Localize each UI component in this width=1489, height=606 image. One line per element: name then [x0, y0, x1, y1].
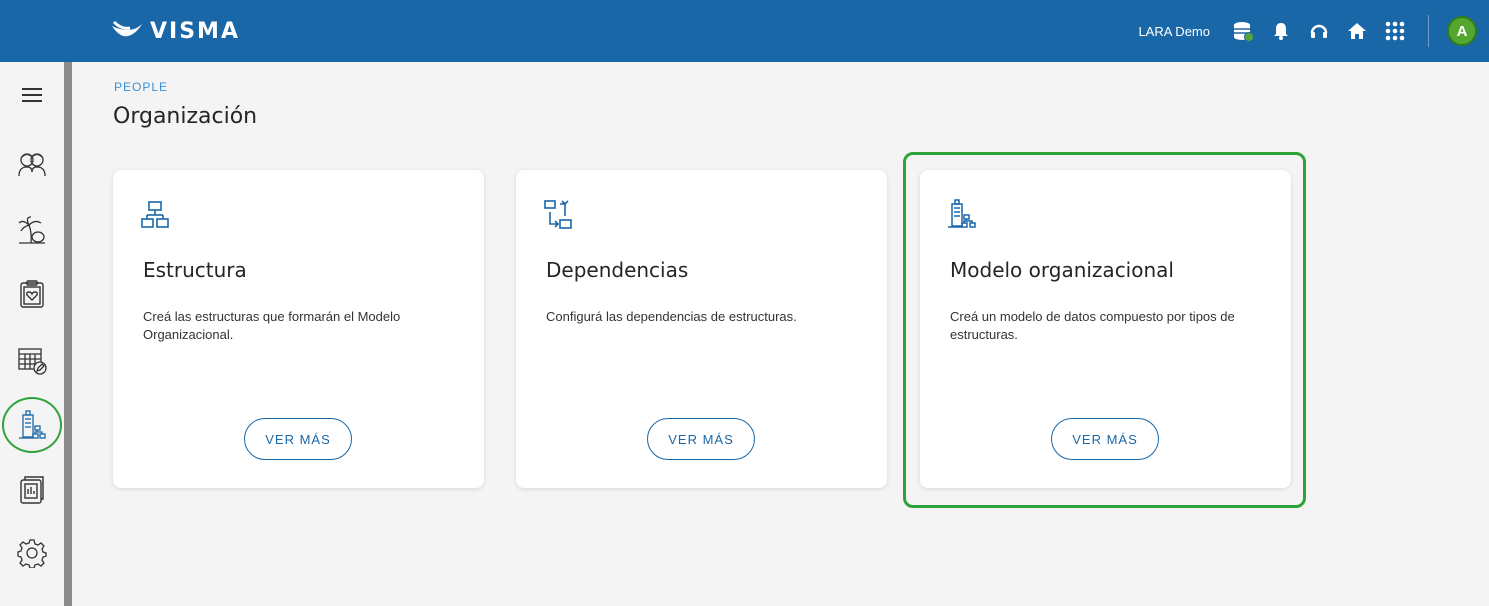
gear-icon[interactable]: [14, 535, 50, 571]
report-icon[interactable]: [14, 472, 50, 508]
database-icon[interactable]: [1232, 20, 1254, 42]
visma-swoosh-icon: [112, 20, 142, 37]
card-description: Creá las estructuras que formarán el Mod…: [143, 309, 401, 342]
home-icon[interactable]: [1346, 20, 1368, 42]
header-actions: LARA Demo A: [1138, 0, 1489, 62]
user-label[interactable]: LARA Demo: [1138, 24, 1210, 39]
ver-mas-button[interactable]: VER MÁS: [244, 418, 352, 460]
apps-grid-icon[interactable]: [1384, 20, 1406, 42]
headset-icon[interactable]: [1308, 20, 1330, 42]
card-highlight: [903, 152, 1306, 508]
header-divider: [1428, 15, 1429, 47]
card-title: Estructura: [143, 258, 247, 282]
top-bar: VISMA LARA Demo A: [0, 0, 1489, 62]
card-dependencias: Dependencias Configurá las dependencias …: [516, 170, 887, 488]
avatar[interactable]: A: [1447, 16, 1477, 46]
sidebar-scrollbar[interactable]: [64, 62, 72, 606]
organization-icon[interactable]: [14, 407, 50, 443]
bell-icon[interactable]: [1270, 20, 1292, 42]
people-icon[interactable]: [14, 145, 50, 181]
breadcrumb[interactable]: PEOPLE: [114, 80, 168, 94]
logo-text: VISMA: [150, 18, 240, 44]
structure-icon: [139, 198, 173, 232]
card-title: Dependencias: [546, 258, 689, 282]
card-description: Configurá las dependencias de estructura…: [546, 309, 797, 324]
menu-icon[interactable]: [14, 77, 50, 113]
ver-mas-button[interactable]: VER MÁS: [647, 418, 755, 460]
vacation-icon[interactable]: [14, 212, 50, 248]
dependencies-icon: [542, 198, 576, 232]
visma-logo[interactable]: VISMA: [110, 15, 240, 47]
sidebar: [0, 62, 64, 606]
calendar-edit-icon[interactable]: [14, 342, 50, 378]
card-estructura: Estructura Creá las estructuras que form…: [113, 170, 484, 488]
page-title: Organización: [113, 104, 258, 129]
clipboard-health-icon[interactable]: [14, 276, 50, 312]
